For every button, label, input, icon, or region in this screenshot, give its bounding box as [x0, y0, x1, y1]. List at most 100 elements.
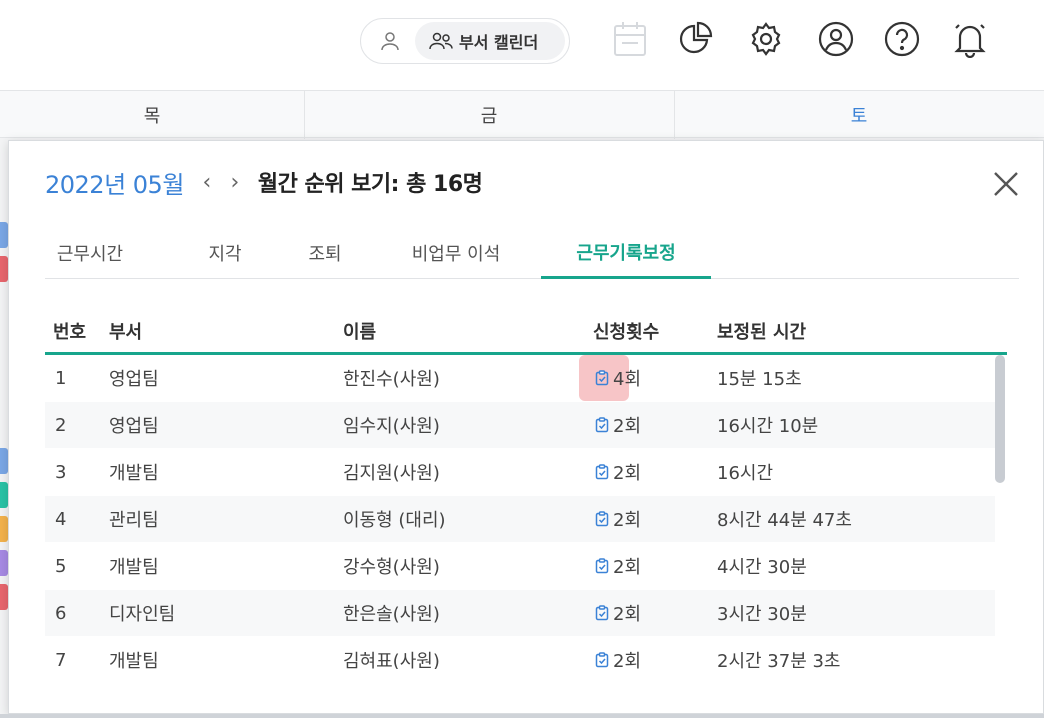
cell-count[interactable]: 4회 — [595, 355, 641, 401]
table-row[interactable]: 2 영업팀 임수지(사원) 2회 16시간 10분 — [45, 402, 995, 448]
cell-dept: 개발팀 — [109, 651, 159, 669]
count-value: 2회 — [613, 416, 642, 437]
table-row[interactable]: 5 개발팀 강수형(사원) 2회 4시간 30분 — [45, 543, 995, 589]
cell-corrected-time: 15분 15초 — [717, 369, 802, 390]
clipboard-check-icon[interactable] — [595, 652, 609, 668]
cell-count[interactable]: 2회 — [595, 543, 641, 589]
personal-calendar-toggle[interactable] — [365, 22, 415, 60]
cell-count[interactable]: 2회 — [595, 402, 641, 448]
column-header-count: 신청횟수 — [593, 321, 660, 343]
cell-corrected-time: 3시간 30분 — [717, 604, 807, 625]
bell-icon[interactable] — [950, 18, 990, 60]
cell-dept: 개발팀 — [109, 557, 159, 578]
table-row[interactable]: 3 개발팀 김지원(사원) 2회 16시간 — [45, 449, 995, 495]
ranking-table: 번호 부서 이름 신청횟수 보정된 시간 1 영업팀 한진수(사원) 4회 15분 15… — [45, 309, 1007, 669]
count-value: 2회 — [613, 557, 642, 578]
calendar-event-strip — [0, 550, 8, 576]
clipboard-check-icon[interactable] — [595, 464, 609, 480]
clipboard-check-icon[interactable] — [595, 417, 609, 433]
cell-no: 6 — [55, 602, 67, 624]
help-icon[interactable] — [882, 18, 922, 60]
column-header-name: 이름 — [343, 321, 377, 343]
table-row[interactable]: 1 영업팀 한진수(사원) 4회 15분 15초 — [45, 355, 995, 401]
cell-no: 2 — [55, 414, 67, 436]
calendar-icon[interactable] — [610, 18, 650, 60]
count-value: 2회 — [613, 463, 642, 484]
month-label: 2022년 05월 — [45, 170, 184, 199]
calendar-event-strip — [0, 256, 8, 282]
gear-icon[interactable] — [746, 18, 786, 60]
person-icon — [381, 32, 399, 51]
cell-corrected-time: 16시간 10분 — [717, 416, 819, 437]
cell-dept: 관리팀 — [109, 510, 159, 531]
column-header-time: 보정된 시간 — [717, 321, 807, 343]
count-value: 2회 — [613, 604, 642, 625]
cell-no: 5 — [55, 555, 67, 577]
tab-non-work-absence[interactable]: 비업무 이석 — [391, 227, 521, 279]
cell-name: 한은솔(사원) — [343, 604, 440, 625]
table-scrollbar[interactable] — [995, 355, 1005, 483]
cell-corrected-time: 2시간 37분 3초 — [717, 651, 841, 669]
cell-count[interactable]: 2회 — [595, 590, 641, 636]
column-header-dept: 부서 — [109, 321, 143, 343]
cell-no: 7 — [55, 649, 67, 670]
table-row[interactable]: 4 관리팀 이동형 (대리) 2회 8시간 44분 47초 — [45, 496, 995, 542]
weekday-header: 목 금 토 — [0, 90, 1044, 139]
cell-corrected-time: 8시간 44분 47초 — [717, 510, 852, 531]
clipboard-check-icon[interactable] — [595, 511, 609, 527]
cell-count[interactable]: 2회 — [595, 496, 641, 542]
cell-count[interactable]: 2회 — [595, 637, 641, 669]
count-value: 2회 — [613, 651, 642, 669]
table-row[interactable]: 6 디자인팀 한은솔(사원) 2회 3시간 30분 — [45, 590, 995, 636]
clipboard-check-icon[interactable] — [595, 558, 609, 574]
cell-corrected-time: 4시간 30분 — [717, 557, 807, 578]
cell-dept: 영업팀 — [109, 416, 159, 437]
cell-name: 김지원(사원) — [343, 463, 440, 484]
weekday-sat: 토 — [850, 106, 868, 127]
next-month-button[interactable]: › — [226, 170, 244, 195]
top-bar: 부서 캘린더 — [0, 0, 1044, 90]
cell-name: 김혀표(사원) — [343, 651, 440, 669]
count-value: 4회 — [613, 369, 642, 390]
cell-name: 임수지(사원) — [343, 416, 440, 437]
calendar-event-strip — [0, 516, 8, 542]
cell-name: 이동형 (대리) — [343, 510, 446, 531]
ranking-tabs: 근무시간 지각 조퇴 비업무 이석 근무기록보정 — [45, 227, 1019, 279]
cell-dept: 개발팀 — [109, 463, 159, 484]
calendar-event-strip — [0, 222, 8, 248]
cell-corrected-time: 16시간 — [717, 463, 774, 484]
table-header: 번호 부서 이름 신청횟수 보정된 시간 — [45, 309, 1007, 355]
count-value: 2회 — [613, 510, 642, 531]
tab-record-correction[interactable]: 근무기록보정 — [541, 227, 711, 279]
pie-chart-icon[interactable] — [676, 18, 716, 60]
calendar-event-strip — [0, 482, 8, 508]
calendar-view-toggle[interactable]: 부서 캘린더 — [360, 18, 570, 64]
user-circle-icon[interactable] — [816, 18, 856, 60]
cell-dept: 영업팀 — [109, 369, 159, 390]
close-icon[interactable] — [991, 169, 1021, 199]
calendar-event-strip — [0, 448, 8, 474]
calendar-event-strip — [0, 584, 8, 610]
cell-no: 3 — [55, 461, 67, 483]
cell-name: 한진수(사원) — [343, 369, 440, 390]
clipboard-check-icon[interactable] — [595, 605, 609, 621]
group-icon — [429, 32, 453, 50]
bottom-edge — [0, 714, 1044, 718]
monthly-ranking-modal: 2022년 05월 ‹ › 월간 순위 보기: 총 16명 근무시간 지각 조퇴… — [8, 140, 1044, 714]
cell-name: 강수형(사원) — [343, 557, 440, 578]
dept-calendar-toggle[interactable]: 부서 캘린더 — [415, 22, 565, 60]
modal-heading: 월간 순위 보기: 총 16명 — [257, 172, 483, 197]
weekday-fri: 금 — [480, 106, 498, 127]
tab-work-hours[interactable]: 근무시간 — [45, 227, 135, 279]
cell-no: 1 — [55, 367, 67, 389]
cell-no: 4 — [55, 508, 67, 530]
prev-month-button[interactable]: ‹ — [198, 170, 216, 195]
tab-early-leave[interactable]: 조퇴 — [291, 227, 359, 279]
weekday-thu: 목 — [143, 106, 161, 127]
clipboard-check-icon[interactable] — [595, 370, 609, 386]
modal-title-bar: 2022년 05월 ‹ › 월간 순위 보기: 총 16명 — [45, 165, 483, 199]
cell-count[interactable]: 2회 — [595, 449, 641, 495]
tab-late[interactable]: 지각 — [191, 227, 259, 279]
cell-dept: 디자인팀 — [109, 604, 176, 625]
table-row[interactable]: 7 개발팀 김혀표(사원) 2회 2시간 37분 3초 — [45, 637, 995, 670]
